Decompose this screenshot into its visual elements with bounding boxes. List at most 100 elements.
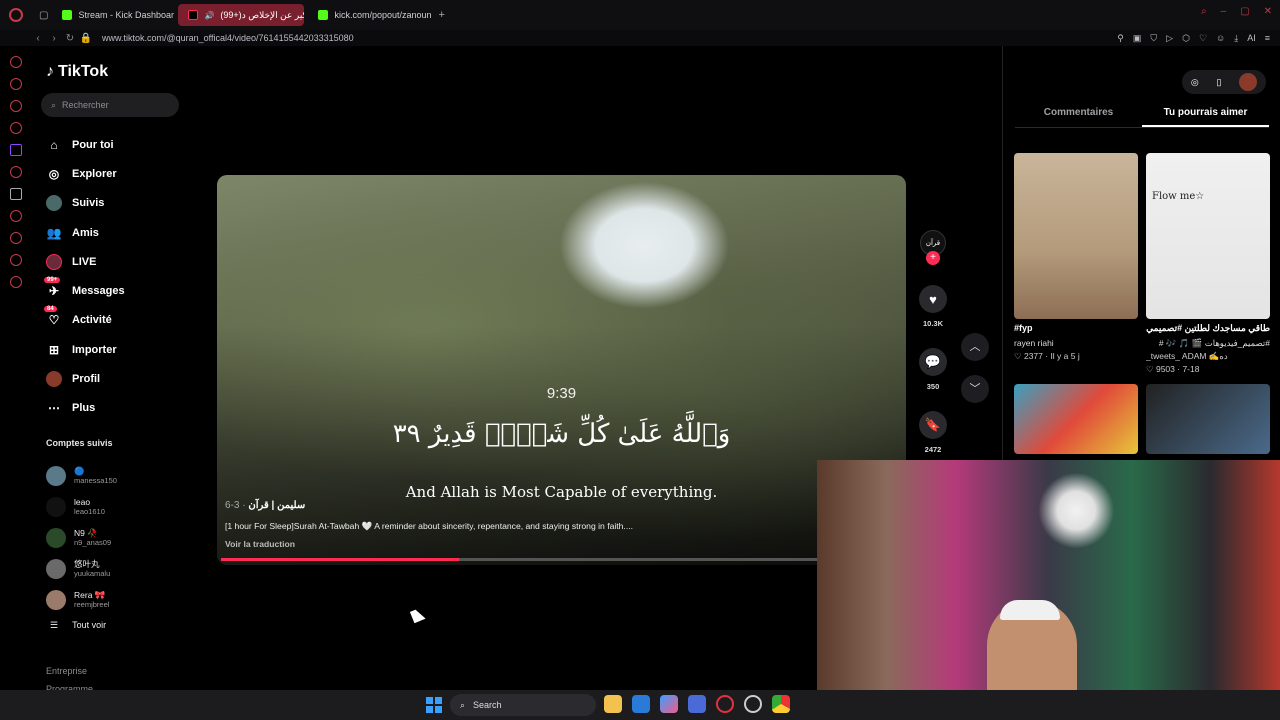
sidebar-app-icon[interactable] [10,276,22,288]
minimize-icon[interactable]: – [1221,6,1227,17]
calculator-icon[interactable] [688,695,706,713]
nav-item-messages[interactable]: ✈ 99+ Messages [44,276,186,305]
following-item[interactable]: 🔵 manessa150 [46,460,186,491]
shield-icon[interactable]: ⛉ [1150,33,1157,44]
nav-item-suivis[interactable]: Suivis [46,189,186,218]
nav-label: Activité [72,314,112,327]
pin-icon[interactable]: ⚲ [1117,33,1124,44]
nav-label: Suivis [72,197,105,210]
like-button[interactable]: ♥ [919,285,947,313]
save-button[interactable]: 🔖 [919,411,947,439]
tab-tiktok-video[interactable]: 🔊 (99+)أتذكير عن الإخلاص ﺩ [178,4,305,26]
cube-icon[interactable]: ⬡ [1182,33,1190,44]
following-name: 🔵 [74,466,85,476]
windows-start-icon[interactable] [426,697,442,713]
sidebar-app-icon[interactable] [10,210,22,222]
recommended-item[interactable]: Flow me☆ طاقي مساجدك لطلتين #تصميمي #تصم… [1146,153,1270,376]
obs-icon[interactable] [744,695,762,713]
sidebar-app-icon[interactable] [10,122,22,134]
back-icon[interactable]: ‹ [30,33,46,44]
search-tabs-icon[interactable]: ⌕ [1201,6,1207,17]
comment-button[interactable]: 💬 [919,348,947,376]
nav-item-live[interactable]: LIVE [46,247,186,276]
menu-icon[interactable]: ≡ [1265,33,1270,43]
avatar[interactable] [1239,73,1258,91]
creator-avatar-text: قرآن [925,240,941,247]
nav-label: Importer [72,343,117,356]
download-icon[interactable]: ⤓ [1234,33,1238,44]
device-icon[interactable]: ▯ [1216,77,1221,88]
follow-plus-button[interactable]: + [926,251,940,265]
file-explorer-icon[interactable] [604,695,622,713]
following-item[interactable]: leao leao1610 [46,491,186,522]
maximize-icon[interactable]: ▢ [1240,6,1249,17]
tab-commentaires[interactable]: Commentaires [1015,104,1142,127]
tab-kick-dashboard[interactable]: Stream - Kick Dashboard [52,4,174,26]
nav-item-pour-toi[interactable]: ⌂ Pour toi [46,130,186,159]
nav-item-activite[interactable]: ♡ 84 Activité [44,306,186,335]
twitch-icon[interactable] [10,144,22,156]
video-thumbnail[interactable] [1146,384,1270,454]
video-thumbnail[interactable] [1014,153,1138,319]
new-tab-button[interactable]: + [438,9,444,21]
play-icon[interactable]: ▷ [1166,33,1173,44]
avatar [46,527,66,548]
comment-icon: 💬 [924,354,942,369]
tab-kick-popout[interactable]: kick.com/popout/zanouni/c [308,4,432,26]
aria-ai-button[interactable]: AI [1247,33,1256,43]
screenshot-icon[interactable]: ▣ [1133,33,1142,44]
nav-item-plus[interactable]: ⋯ Plus [46,394,186,423]
previous-video-button[interactable]: ︿ [961,333,989,361]
footer-link[interactable]: Entreprise [46,662,93,680]
video-thumbnail[interactable]: Flow me☆ [1146,153,1270,319]
copilot-icon[interactable] [660,695,678,713]
x-icon[interactable] [10,188,22,200]
nav-label: Amis [72,226,99,239]
sidebar-app-icon[interactable] [10,166,22,178]
tiktok-logo[interactable]: ♪ TikTok [46,63,108,81]
following-item[interactable]: N9 🥀 n9_anas09 [46,522,186,553]
video-date: · 3-6 [225,500,246,511]
translate-link[interactable]: Voir la traduction [225,539,295,549]
following-item[interactable]: Rera 🎀 reemjbreel [46,584,186,615]
sidebar-app-icon[interactable] [10,56,22,68]
search-input[interactable]: ⌕ Rechercher [41,93,179,117]
next-video-button[interactable]: ﹀ [961,375,989,403]
nav-item-explorer[interactable]: ◎ Explorer [46,159,186,188]
forward-icon[interactable]: › [46,33,62,44]
taskbar-apps [604,695,790,713]
nav-item-importer[interactable]: ⊞ Importer [46,335,186,364]
compass-icon[interactable]: ◎ [1191,77,1199,88]
chevron-down-icon: ﹀ [969,383,981,395]
nav-item-amis[interactable]: 👥 Amis [46,218,186,247]
nav-item-profil[interactable]: Profil [46,364,186,393]
opera-logo-icon[interactable] [9,8,23,22]
sidebar-app-icon[interactable] [10,232,22,244]
url-field[interactable]: www.tiktok.com/@quran_offical4/video/761… [102,33,354,43]
close-icon[interactable]: ✕ [1264,6,1272,17]
speaker-icon[interactable]: 🔊 [204,11,214,20]
sidebar-app-icon[interactable] [10,100,22,112]
following-item[interactable]: 悠叶丸 yuukamalu [46,553,186,584]
mouse-cursor [410,607,426,624]
account-icon[interactable]: ☺ [1216,33,1225,43]
video-progress-bar[interactable] [221,558,901,561]
heart-icon[interactable]: ♡ [1199,33,1207,44]
store-icon[interactable] [632,695,650,713]
see-all-button[interactable]: ☰ Tout voir [50,620,106,631]
sidebar-app-icon[interactable] [10,78,22,90]
video-thumbnail[interactable] [1014,384,1138,454]
recommended-grid: #fyp rayen riahi ♡ 2377 · Il y a 5 j Flo… [1014,153,1272,454]
opera-icon[interactable] [716,695,734,713]
sidebar-app-icon[interactable] [10,254,22,266]
reload-icon[interactable]: ↻ [62,33,78,44]
video-nav-arrows: ︿ ﹀ [961,333,989,403]
following-name: leao [74,497,91,507]
chrome-icon[interactable] [772,695,790,713]
tab-tu-pourrais-aimer[interactable]: Tu pourrais aimer [1142,104,1269,127]
kick-icon [62,10,73,20]
taskbar-search[interactable]: ⌕ Search [450,694,596,716]
recommended-item[interactable]: #fyp rayen riahi ♡ 2377 · Il y a 5 j [1014,153,1138,376]
video-player[interactable]: 9:39 وَٱللَّهُ عَلَىٰ كُلِّ شَيۡءٖ قَدِي… [217,175,906,565]
video-author[interactable]: سليمن | قرآن · 3-6 [225,500,305,511]
